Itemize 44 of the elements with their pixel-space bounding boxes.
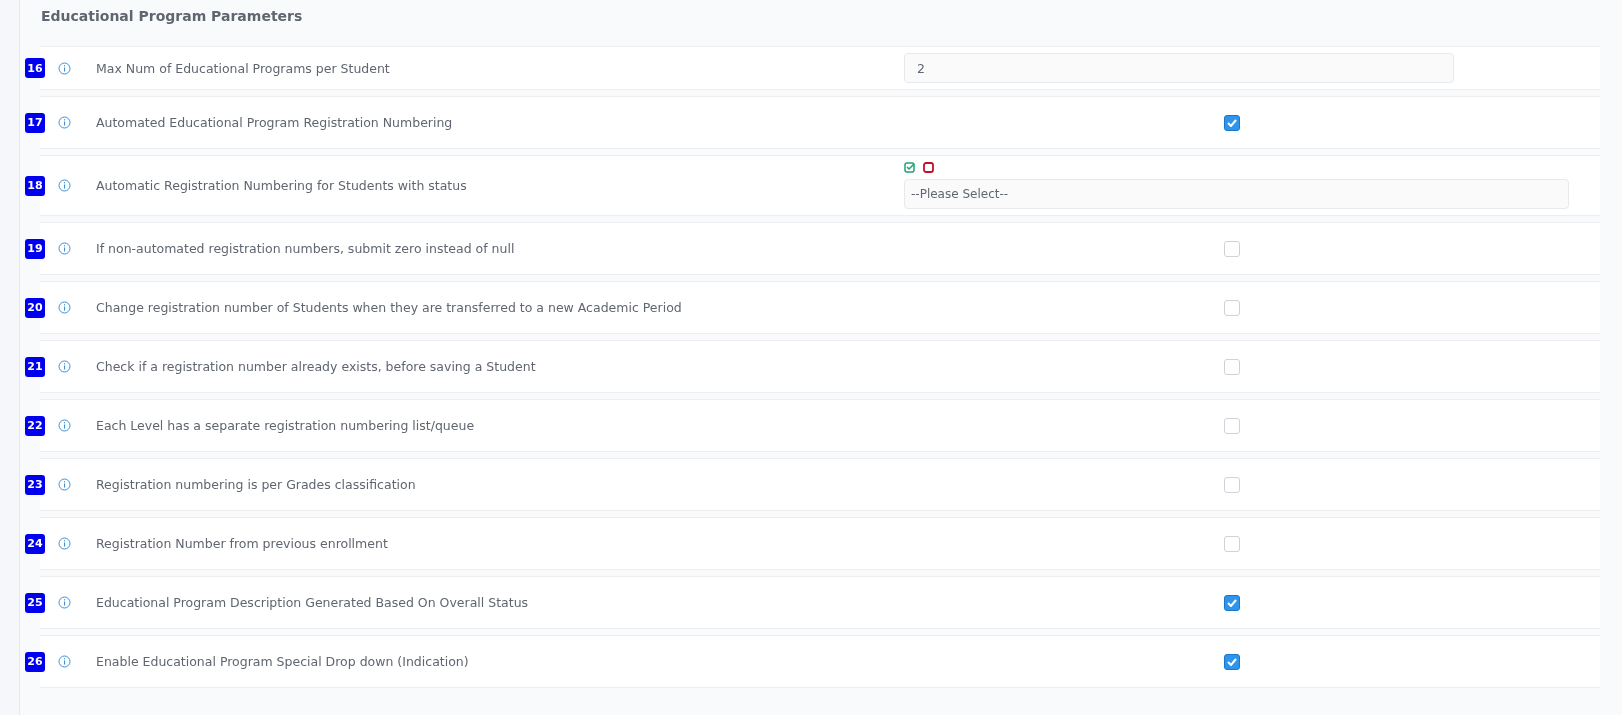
row-number-badge: 26 bbox=[25, 651, 45, 672]
row-number-badge: 17 bbox=[25, 112, 45, 133]
check-icon bbox=[1227, 657, 1237, 666]
row-number-badge: 19 bbox=[25, 238, 45, 259]
info-icon[interactable] bbox=[58, 655, 71, 668]
number-input-field[interactable]: 2 bbox=[904, 53, 1454, 83]
info-icon[interactable] bbox=[58, 179, 71, 192]
select-all-icon[interactable] bbox=[904, 162, 915, 173]
section-title: Educational Program Parameters bbox=[40, 7, 304, 26]
multi-select-dropdown[interactable]: --Please Select-- bbox=[904, 179, 1569, 209]
info-icon[interactable] bbox=[58, 360, 71, 373]
info-icon[interactable] bbox=[58, 478, 71, 491]
setting-label: Each Level has a separate registration numbering list/queue bbox=[96, 418, 476, 433]
setting-label: Automatic Registration Numbering for Students with status bbox=[96, 178, 468, 193]
setting-label: Registration numbering is per Grades classification bbox=[96, 477, 417, 492]
info-icon[interactable] bbox=[58, 61, 71, 75]
info-icon[interactable] bbox=[58, 116, 71, 129]
setting-label: Check if a registration number already exists, before saving a Student bbox=[96, 359, 537, 374]
checkbox[interactable] bbox=[1224, 594, 1240, 611]
row-number-badge: 21 bbox=[25, 356, 45, 377]
info-icon[interactable] bbox=[58, 419, 71, 432]
row-number-badge: 18 bbox=[25, 175, 45, 196]
row-number-badge: 22 bbox=[25, 415, 45, 436]
info-icon[interactable] bbox=[58, 242, 71, 255]
row-number-badge: 24 bbox=[25, 533, 45, 554]
check-icon bbox=[1227, 598, 1237, 607]
setting-label: Max Num of Educational Programs per Student bbox=[96, 60, 391, 76]
checkbox[interactable] bbox=[1224, 114, 1240, 131]
check-icon bbox=[1227, 118, 1237, 127]
setting-label: If non-automated registration numbers, submit zero instead of null bbox=[96, 241, 516, 256]
info-icon[interactable] bbox=[58, 537, 71, 550]
row-number-badge: 16 bbox=[25, 58, 45, 78]
setting-label: Automated Educational Program Registration Numbering bbox=[96, 115, 454, 130]
setting-label: Change registration number of Students when they are transferred to a new Academic Period bbox=[96, 300, 683, 315]
info-icon[interactable] bbox=[58, 301, 71, 314]
row-number-badge: 23 bbox=[25, 474, 45, 495]
row-number-badge: 20 bbox=[25, 297, 45, 318]
row-number-badge: 25 bbox=[25, 592, 45, 613]
checkbox[interactable] bbox=[1224, 653, 1240, 670]
setting-label: Registration Number from previous enrollment bbox=[96, 536, 389, 551]
info-icon[interactable] bbox=[58, 596, 71, 609]
setting-label: Enable Educational Program Special Drop down (Indication) bbox=[96, 654, 470, 669]
setting-label: Educational Program Description Generated Based On Overall Status bbox=[96, 595, 530, 610]
clear-selection-icon[interactable] bbox=[923, 162, 934, 173]
